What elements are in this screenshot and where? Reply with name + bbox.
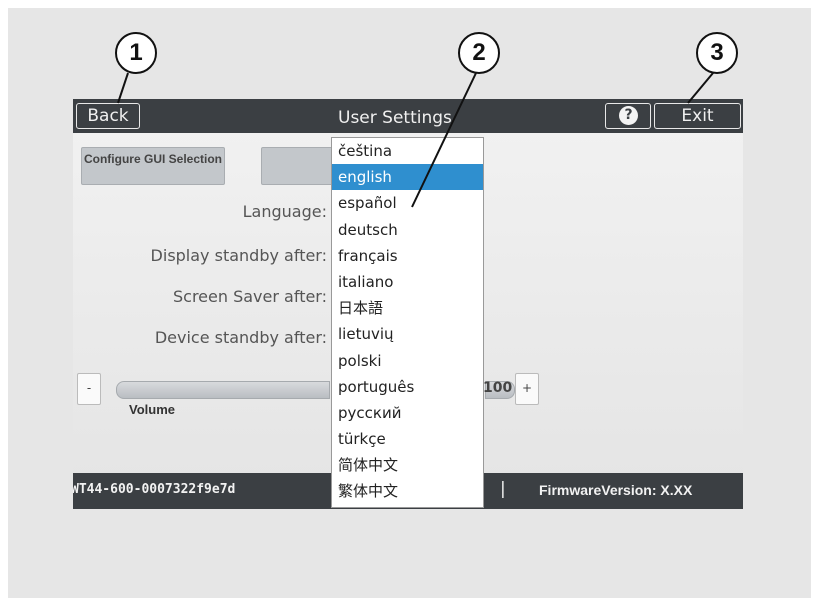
callout-leader-lines bbox=[117, 72, 714, 208]
callout-2: 2 bbox=[458, 32, 500, 74]
callout-3: 3 bbox=[696, 32, 738, 74]
callout-1: 1 bbox=[115, 32, 157, 74]
